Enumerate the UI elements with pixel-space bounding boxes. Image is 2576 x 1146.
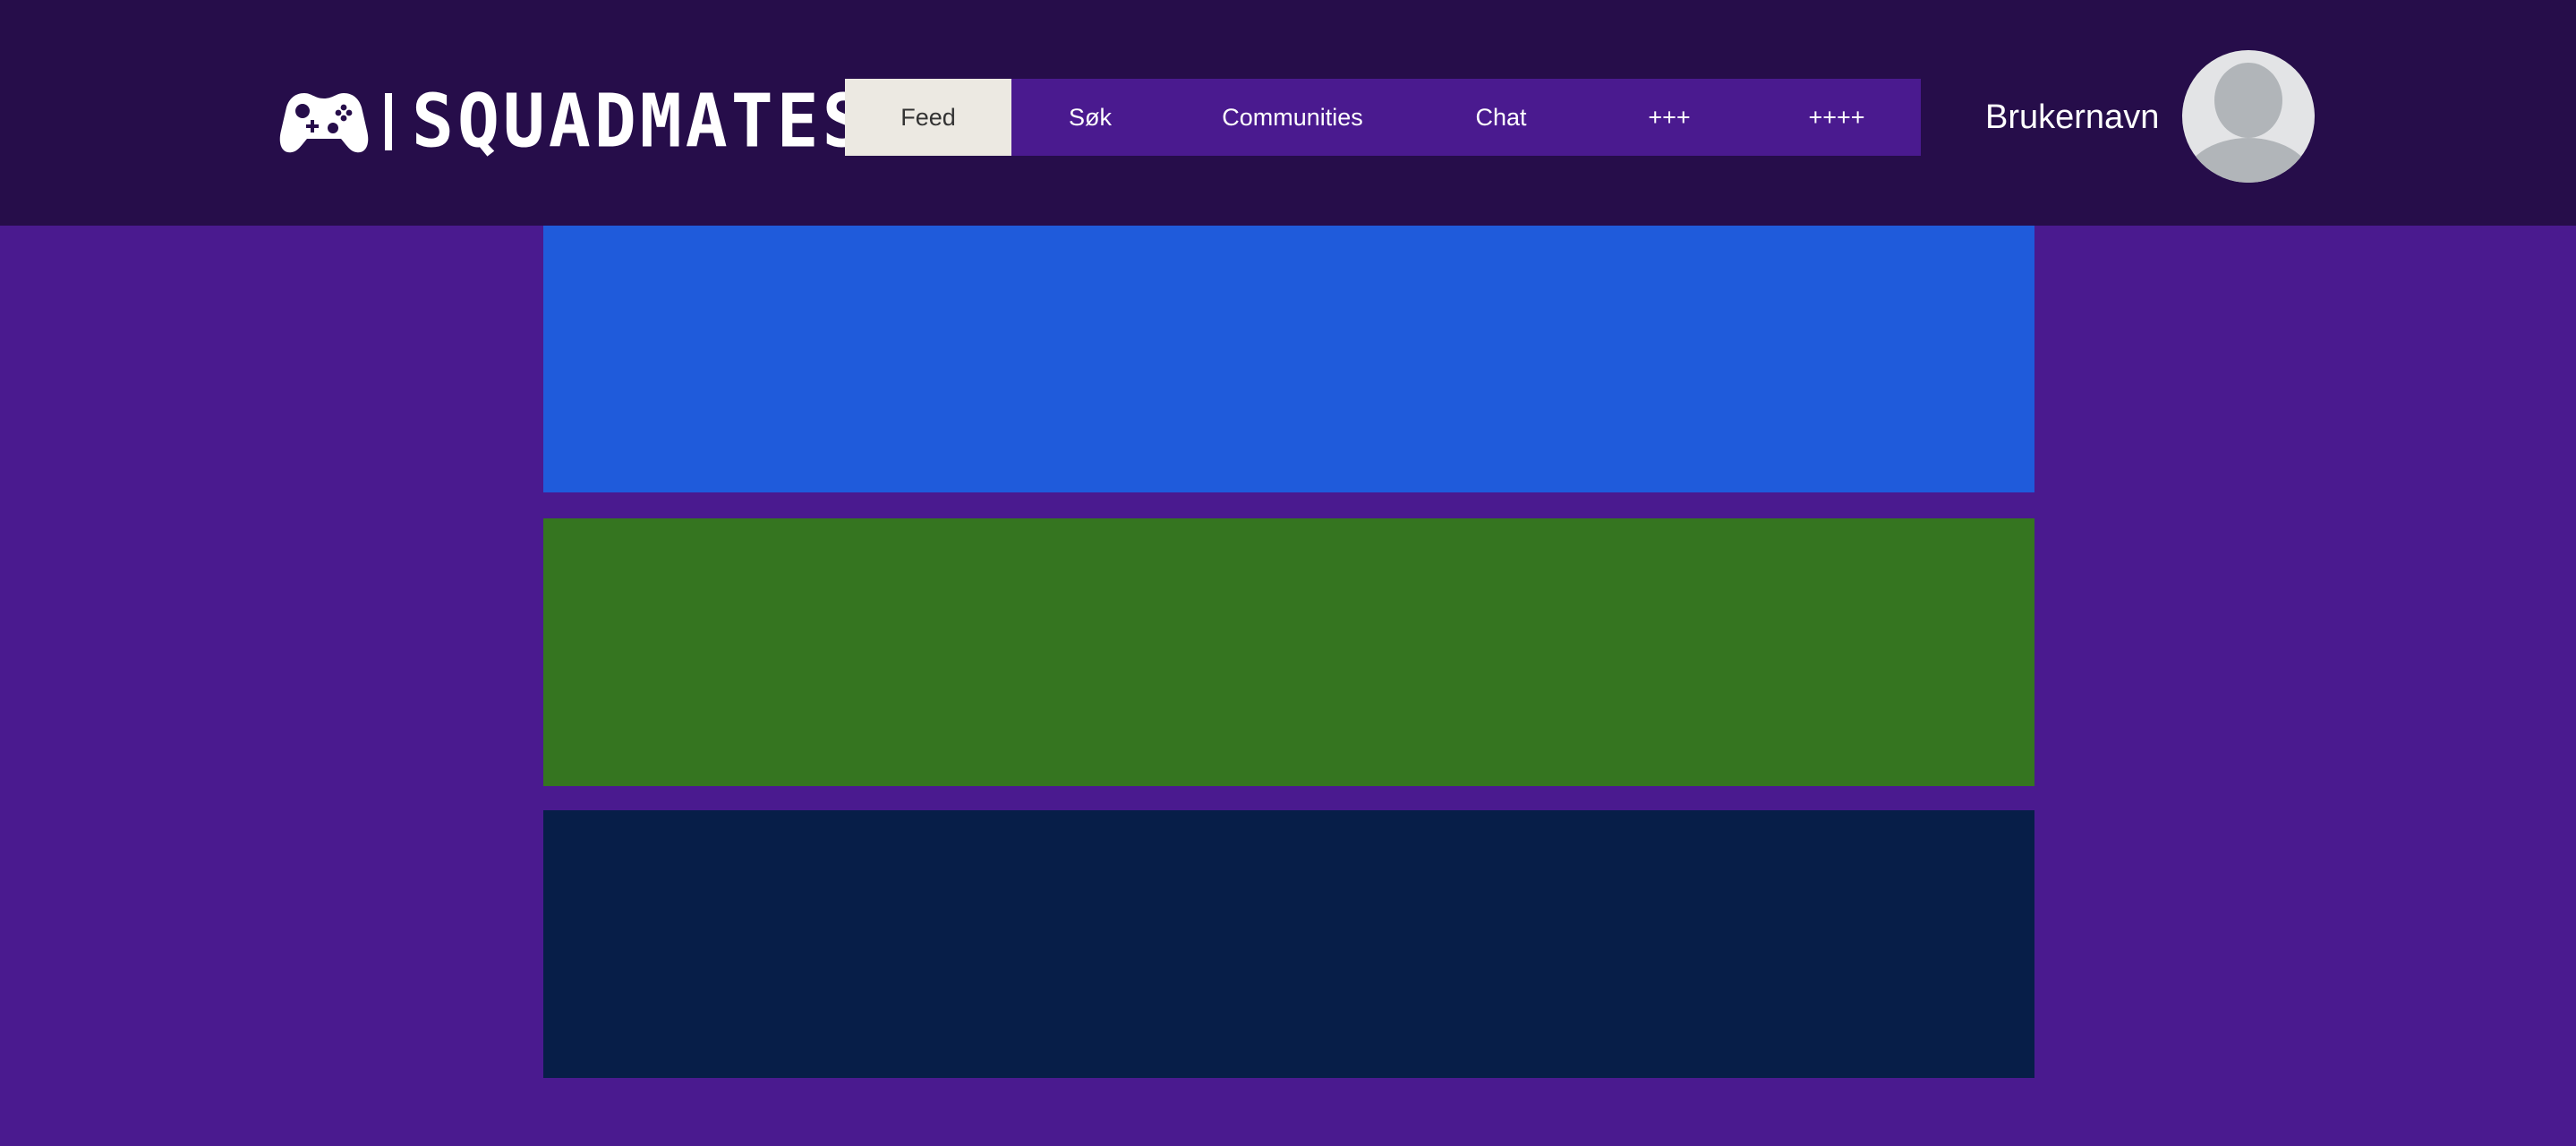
nav-item-chat[interactable]: Chat <box>1416 79 1586 156</box>
nav-item-plus-3[interactable]: +++ <box>1586 79 1753 156</box>
nav-item-feed[interactable]: Feed <box>845 79 1011 156</box>
feed-panel[interactable] <box>543 518 2034 786</box>
avatar[interactable] <box>2182 50 2315 183</box>
feed-panel[interactable] <box>543 810 2034 1078</box>
app-header: SQUADMATES Feed Søk Communities Chat +++… <box>0 0 2576 226</box>
app-name: SQUADMATES <box>412 79 868 165</box>
main-nav: Feed Søk Communities Chat +++ ++++ <box>845 79 1921 156</box>
username-label[interactable]: Brukernavn <box>1985 97 2159 138</box>
gamepad-icon <box>279 93 369 153</box>
nav-item-sok[interactable]: Søk <box>1011 79 1169 156</box>
app-logo[interactable]: SQUADMATES <box>279 79 868 165</box>
user-placeholder-icon <box>2182 63 2315 183</box>
nav-item-plus-4[interactable]: ++++ <box>1753 79 1921 156</box>
feed-panel[interactable] <box>543 226 2034 492</box>
logo-separator <box>385 93 392 150</box>
nav-item-communities[interactable]: Communities <box>1169 79 1416 156</box>
